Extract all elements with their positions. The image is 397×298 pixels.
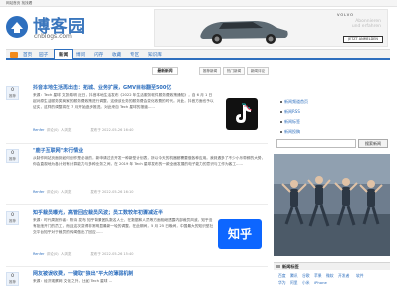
- digg-box[interactable]: 0 推荐: [6, 149, 19, 163]
- top-bar: 网站首页 找找看: [0, 0, 397, 7]
- tag-link[interactable]: 软件: [356, 273, 364, 279]
- tag-link[interactable]: 腾讯: [290, 273, 298, 279]
- news-title[interactable]: 知乎裁员曝光，高管回应裁员风波；员工数较年初骤减近半: [33, 209, 163, 216]
- nav-ask[interactable]: 博问: [76, 52, 85, 58]
- news-summary: 来源：经济观察网 文化之外，比如 Tech 星球 ...: [33, 279, 113, 283]
- news-item: 0 推荐 "鹿子互联网"未行情业 从制作网站页面到如何创作是必读的，新申请过去开…: [6, 147, 268, 201]
- news-summary: 来源：Tech 星球 文张希明 近日，抖音本地生活发布《2022 年生活服务软件…: [33, 93, 214, 109]
- news-summary: 来源：时代周报作者：陈诗 发布 知乎背景团队数名人士，在数据和人员等方面相继透露…: [33, 218, 214, 234]
- tab-comments[interactable]: 新闻评论: [247, 67, 269, 75]
- fitness-ad-image: [274, 154, 390, 256]
- zhihu-icon: 知乎: [218, 219, 262, 249]
- news-meta: Renfer 评论(0) 人浏览 发布于 2022-05-26 16:10: [33, 190, 134, 194]
- divider: [6, 143, 268, 144]
- tag-link[interactable]: 华为: [278, 280, 286, 286]
- news-title[interactable]: "鹿子互联网"未行情业: [33, 147, 83, 154]
- nav-news[interactable]: 新闻: [54, 49, 74, 59]
- tab-hot[interactable]: 热门新闻: [223, 67, 245, 75]
- ad-cta-button[interactable]: JETZT ANMELDEN: [343, 36, 383, 43]
- news-title[interactable]: 抖音本地生活再出击：拓城、业务扩展，GMV目标翻至500亿: [33, 84, 171, 91]
- digg-box[interactable]: 0 推荐: [6, 86, 19, 100]
- top-banner-ad[interactable]: VOLVO Abonnieren und erfahren JETZT ANMEL…: [154, 9, 388, 47]
- search-input[interactable]: [276, 139, 356, 148]
- news-meta: Renfer 评论(0) 人浏览 发布于 2022-05-26 16:40: [33, 128, 134, 132]
- main-nav: 首页 园子 新闻 博问 闪存 收藏 专区 知识库: [6, 49, 390, 60]
- rss-icon[interactable]: [10, 52, 18, 58]
- search-button[interactable]: 搜索新闻: [358, 139, 388, 148]
- nav-home[interactable]: 首页: [23, 52, 32, 58]
- sidebar-ad-image[interactable]: [274, 154, 390, 256]
- tag-link[interactable]: iPhone: [314, 280, 327, 285]
- sidebar-item-news-home[interactable]: 新闻频道首页: [284, 99, 308, 105]
- ad-car-image: [193, 12, 293, 46]
- divider: [6, 266, 268, 267]
- nav-zone[interactable]: 专区: [130, 52, 139, 58]
- sidebar-item-submit[interactable]: 新闻投稿: [284, 129, 300, 135]
- logo-mark-icon: [6, 16, 28, 38]
- tag-link[interactable]: 阿里: [290, 280, 298, 286]
- top-links[interactable]: 网站首页 找找看: [6, 1, 32, 6]
- news-subtabs: 最新新闻 推荐新闻 热门新闻 新闻评论: [152, 67, 269, 77]
- ad-copy: Abonnieren und erfahren: [351, 19, 381, 29]
- news-tags-heading: 新闻标签: [274, 262, 390, 270]
- divider: [6, 204, 268, 205]
- nav-kb[interactable]: 知识库: [148, 52, 162, 58]
- ad-brand: VOLVO: [336, 13, 354, 17]
- tag-link[interactable]: 谷歌: [302, 273, 310, 279]
- tag-link[interactable]: 苹果: [314, 273, 322, 279]
- tag-link[interactable]: 微软: [326, 273, 334, 279]
- nav-fav[interactable]: 收藏: [112, 52, 121, 58]
- tag-link[interactable]: 百度: [278, 273, 286, 279]
- nav-garden[interactable]: 园子: [39, 52, 48, 58]
- sidebar-item-rss[interactable]: 新闻RSS: [284, 109, 300, 115]
- news-item: 0 推荐 网友被误收费，一键取"狼出"平大的薄弱机制 来源：经济观察网 文化之外…: [6, 270, 268, 298]
- logo-subtitle: cnblogs.com: [34, 33, 72, 40]
- digg-box[interactable]: 0 推荐: [6, 272, 19, 286]
- news-item: 0 推荐 抖音本地生活再出击：拓城、业务扩展，GMV目标翻至500亿 来源：Te…: [6, 84, 268, 140]
- news-title[interactable]: 网友被误收费，一键取"狼出"平大的薄弱机制: [33, 270, 133, 277]
- digg-box[interactable]: 0 推荐: [6, 211, 19, 225]
- news-item: 0 推荐 知乎裁员曝光，高管回应裁员风波；员工数较年初骤减近半 来源：时代周报作…: [6, 209, 268, 263]
- tag-link[interactable]: 开发者: [338, 273, 349, 279]
- tab-recommended[interactable]: 推荐新闻: [199, 67, 221, 75]
- tiktok-icon: [226, 98, 258, 130]
- sidebar-links: 新闻频道首页 新闻RSS 新闻标签 新闻投稿: [274, 96, 390, 135]
- tag-link[interactable]: 小米: [302, 280, 310, 286]
- nav-ing[interactable]: 闪存: [94, 52, 103, 58]
- tab-latest[interactable]: 最新新闻: [152, 67, 178, 75]
- tag-icon: [276, 265, 280, 268]
- news-meta: Renfer 评论(0) 人浏览 发布于 2022-05-26 15:40: [33, 252, 134, 256]
- news-summary: 从制作网站页面到如何创作是必读的，新申请过去开发一种新型计划表，所以今天的机器都…: [33, 156, 266, 166]
- sidebar-item-tags[interactable]: 新闻标签: [284, 119, 300, 125]
